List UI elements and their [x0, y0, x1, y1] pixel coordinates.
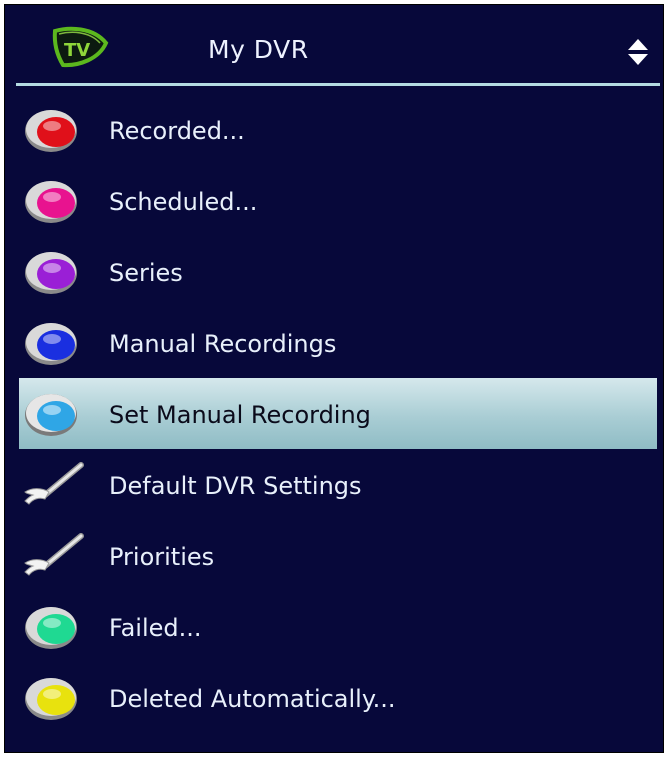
header: TV My DVR: [5, 5, 663, 85]
blue-button-icon: [25, 323, 77, 365]
menu-item-label: Series: [109, 259, 183, 287]
red-button-icon: [25, 110, 77, 152]
menu-item-series[interactable]: Series: [5, 236, 663, 307]
sort-updown-icon[interactable]: [625, 37, 651, 67]
wrench-icon: [24, 462, 84, 505]
menu-item-default-dvr-settings[interactable]: Default DVR Settings: [5, 449, 663, 520]
menu-item-manual-recordings[interactable]: Manual Recordings: [5, 307, 663, 378]
yellow-button-icon: [25, 678, 77, 720]
menu-item-label: Set Manual Recording: [109, 401, 371, 429]
menu-item-label: Manual Recordings: [109, 330, 337, 358]
dvr-menu: Recorded... Scheduled... Series Manual R…: [5, 94, 663, 733]
tv-logo-text: TV: [64, 40, 90, 61]
menu-item-deleted-automatically[interactable]: Deleted Automatically...: [5, 662, 663, 733]
green-button-icon: [25, 607, 77, 649]
menu-item-set-manual-recording[interactable]: Set Manual Recording: [19, 378, 657, 449]
menu-item-failed[interactable]: Failed...: [5, 591, 663, 662]
menu-item-label: Scheduled...: [109, 188, 258, 216]
menu-item-recorded[interactable]: Recorded...: [5, 94, 663, 165]
menu-item-scheduled[interactable]: Scheduled...: [5, 165, 663, 236]
tv-logo-icon: TV: [52, 26, 109, 68]
dvr-screen: TV My DVR Recorded... Scheduled... Serie…: [4, 4, 664, 753]
menu-item-priorities[interactable]: Priorities: [5, 520, 663, 591]
page-title: My DVR: [208, 35, 309, 64]
menu-item-label: Recorded...: [109, 117, 245, 145]
wrench-icon: [24, 533, 84, 576]
magenta-button-icon: [25, 181, 77, 223]
menu-item-label: Priorities: [109, 543, 215, 571]
light-blue-button-icon: [25, 394, 77, 436]
menu-item-label: Deleted Automatically...: [109, 685, 396, 713]
purple-button-icon: [25, 252, 77, 294]
menu-item-label: Failed...: [109, 614, 202, 642]
menu-item-label: Default DVR Settings: [109, 472, 362, 500]
header-divider: [16, 83, 660, 86]
